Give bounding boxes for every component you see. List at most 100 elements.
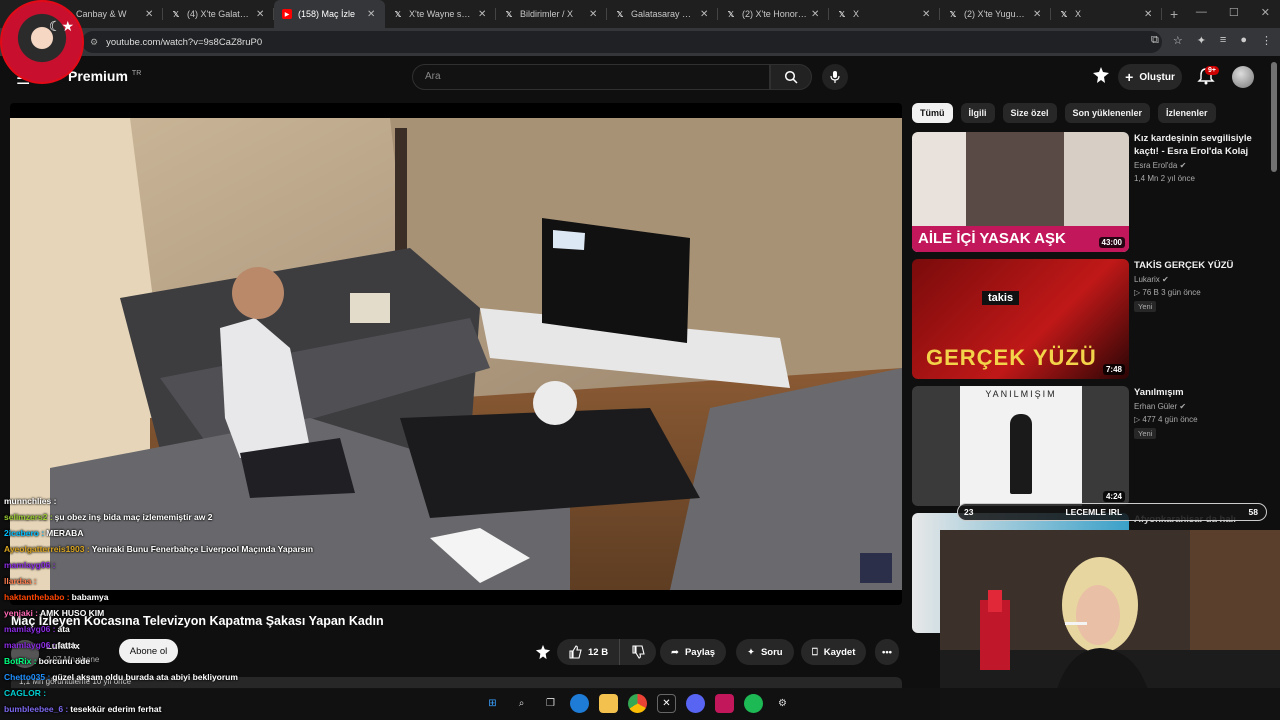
x-app-icon[interactable]: ✕ [657, 694, 676, 713]
premium-badge-button[interactable] [535, 639, 551, 665]
thumbs-up-icon [569, 645, 582, 659]
video-thumbnail[interactable]: YANILMIŞIM 4:24 [912, 386, 1129, 506]
thumbnail-tag: takis [982, 291, 1020, 305]
ask-pill[interactable]: ✦ Soru [736, 639, 794, 665]
album-figure [1010, 414, 1032, 494]
premium-icon[interactable] [1092, 66, 1110, 84]
browser-tab[interactable]: 𝕏 X ✕ [829, 0, 940, 28]
more-actions-button[interactable]: ••• [875, 639, 899, 665]
filter-chip[interactable]: Son yüklenenler [1064, 103, 1151, 123]
like-button[interactable]: 12 B [557, 639, 621, 665]
browser-tab[interactable]: 𝕏 Bildirimler / X ✕ [496, 0, 607, 28]
close-tab-icon[interactable]: ✕ [922, 9, 932, 20]
windows-start-icon[interactable]: ⊞ [483, 694, 502, 713]
video-title[interactable]: TAKİS GERÇEK YÜZÜ [1134, 259, 1254, 272]
create-button[interactable]: + Oluştur [1118, 64, 1182, 90]
share-button[interactable]: ➦ Paylaş [660, 639, 727, 665]
task-view-icon[interactable]: ❐ [541, 694, 560, 713]
new-tab-button[interactable]: + [1170, 6, 1178, 22]
youtube-icon: ▶ [282, 9, 292, 19]
profile-icon[interactable]: ● [1240, 34, 1247, 47]
filter-chip[interactable]: Tümü [912, 103, 953, 123]
close-tab-icon[interactable]: ✕ [367, 9, 377, 20]
video-duration: 43:00 [1098, 237, 1125, 248]
recommendation-item[interactable]: YANILMIŞIM 4:24 Yanılmışım Erhan Güler ✔… [912, 386, 1272, 506]
chat-username: Chetto035 : [4, 672, 51, 682]
more-icon[interactable]: ••• [875, 639, 899, 665]
x-icon: 𝕏 [949, 9, 957, 19]
chat-message: selimzers2 : şu obez inş bida maç izlemem… [4, 512, 212, 522]
browser-tab[interactable]: 𝕏 (4) X'te Galatasaray ✕ [163, 0, 274, 28]
media-icon[interactable]: ≡ [1220, 34, 1226, 47]
share-icon: ➦ [671, 646, 679, 658]
channel-name[interactable]: Erhan Güler ✔ [1134, 402, 1186, 411]
video-title[interactable]: Kız kardeşinin sevgilisiyle kaçtı! - Esr… [1134, 132, 1254, 158]
close-window-icon[interactable]: ✕ [1261, 6, 1270, 19]
filter-chip[interactable]: İlgili [960, 103, 995, 123]
channel-name[interactable]: Esra Erol'da ✔ [1134, 161, 1186, 170]
cast-icon[interactable]: ⧉ [1151, 34, 1159, 47]
filter-chip[interactable]: İzlenenler [1158, 103, 1216, 123]
account-avatar[interactable] [1232, 66, 1254, 88]
video-thumbnail[interactable]: AİLE İÇİ YASAK AŞK 43:00 [912, 132, 1129, 252]
close-tab-icon[interactable]: ✕ [811, 9, 821, 20]
search-icon[interactable]: ⌕ [512, 694, 531, 713]
close-tab-icon[interactable]: ✕ [478, 9, 488, 20]
search-input[interactable]: Ara [412, 64, 770, 90]
chrome-icon[interactable] [628, 694, 647, 713]
page-scrollbar[interactable] [1271, 62, 1277, 172]
youtube-header: ☰ PremiumTR Ara [0, 56, 1280, 100]
browser-menu-icon[interactable]: ⋮ [1261, 34, 1272, 47]
edge-icon[interactable] [570, 694, 589, 713]
channel-name[interactable]: Lukarix ✔ [1134, 275, 1169, 284]
close-tab-icon[interactable]: ✕ [1144, 9, 1154, 20]
channel-name-text: Erhan Güler [1134, 402, 1178, 411]
recommendation-item[interactable]: takis GERÇEK YÜZÜ 7:48 TAKİS GERÇEK YÜZÜ… [912, 259, 1272, 379]
taskbar-apps: ⊞ ⌕ ❐ ✕ ⚙ [483, 694, 792, 713]
close-tab-icon[interactable]: ✕ [145, 9, 155, 20]
like-dislike-group: 12 B [557, 639, 657, 665]
spotify-icon[interactable] [744, 694, 763, 713]
close-tab-icon[interactable]: ✕ [256, 9, 266, 20]
settings-icon[interactable]: ⚙ [773, 694, 792, 713]
file-explorer-icon[interactable] [599, 694, 618, 713]
browser-tab[interactable]: 𝕏 Galatasaray SK (@ ✕ [607, 0, 718, 28]
url-field[interactable]: ⚙ youtube.com/watch?v=9s8CaZ8ruP0 [82, 31, 1162, 53]
filter-chip[interactable]: Size özel [1002, 103, 1057, 123]
verified-icon: ✔ [1162, 275, 1169, 284]
minimize-icon[interactable]: — [1196, 6, 1207, 19]
video-title[interactable]: Yanılmışım [1134, 386, 1254, 399]
ask-label: Soru [760, 646, 783, 658]
chat-message: bumbleebee_6 : tesekkür ederim ferhat [4, 704, 161, 714]
chat-username: 2icebero : [4, 528, 45, 538]
browser-tab[interactable]: 𝕏 (2) X'te Honorede ✕ [718, 0, 829, 28]
tab-title: (158) Maç İzle [298, 9, 356, 19]
extensions-icon[interactable]: ✦ [1197, 34, 1206, 47]
close-tab-icon[interactable]: ✕ [589, 9, 599, 20]
bookmark-star-icon[interactable]: ☆ [1173, 34, 1183, 47]
video-thumbnail[interactable]: takis GERÇEK YÜZÜ 7:48 [912, 259, 1129, 379]
maximize-icon[interactable]: ☐ [1229, 6, 1239, 19]
browser-tab[interactable]: 𝕏 X'te Wayne ss: "o... ✕ [385, 0, 496, 28]
browser-tab[interactable]: 𝕏 (2) X'te Yugusugu ✕ [940, 0, 1051, 28]
play-icon: ▷ [1134, 415, 1141, 424]
tab-title: X'te Wayne ss: "o... [409, 9, 474, 19]
save-button[interactable]: ⎕ Kaydet [801, 639, 867, 665]
search-button[interactable] [770, 64, 812, 90]
save-pill[interactable]: ⎕ Kaydet [801, 639, 867, 665]
chat-username: mamlayg06 : [4, 624, 56, 634]
close-tab-icon[interactable]: ✕ [1033, 9, 1043, 20]
dislike-button[interactable] [620, 639, 657, 665]
youtube-logo[interactable]: Premium TR [68, 68, 141, 84]
browser-tab[interactable]: ▶ (158) Maç İzle ✕ [274, 0, 385, 28]
irl-right-count: 58 [1248, 507, 1258, 517]
site-info-icon[interactable]: ⚙ [90, 37, 98, 48]
share-pill[interactable]: ➦ Paylaş [660, 639, 727, 665]
voice-search-button[interactable] [822, 64, 848, 90]
browser-tab[interactable]: 𝕏 X ✕ [1051, 0, 1162, 28]
app-icon[interactable] [715, 694, 734, 713]
close-tab-icon[interactable]: ✕ [700, 9, 710, 20]
recommendation-item[interactable]: AİLE İÇİ YASAK AŞK 43:00 Kız kardeşinin … [912, 132, 1272, 252]
ask-button[interactable]: ✦ Soru [736, 639, 794, 665]
discord-icon[interactable] [686, 694, 705, 713]
